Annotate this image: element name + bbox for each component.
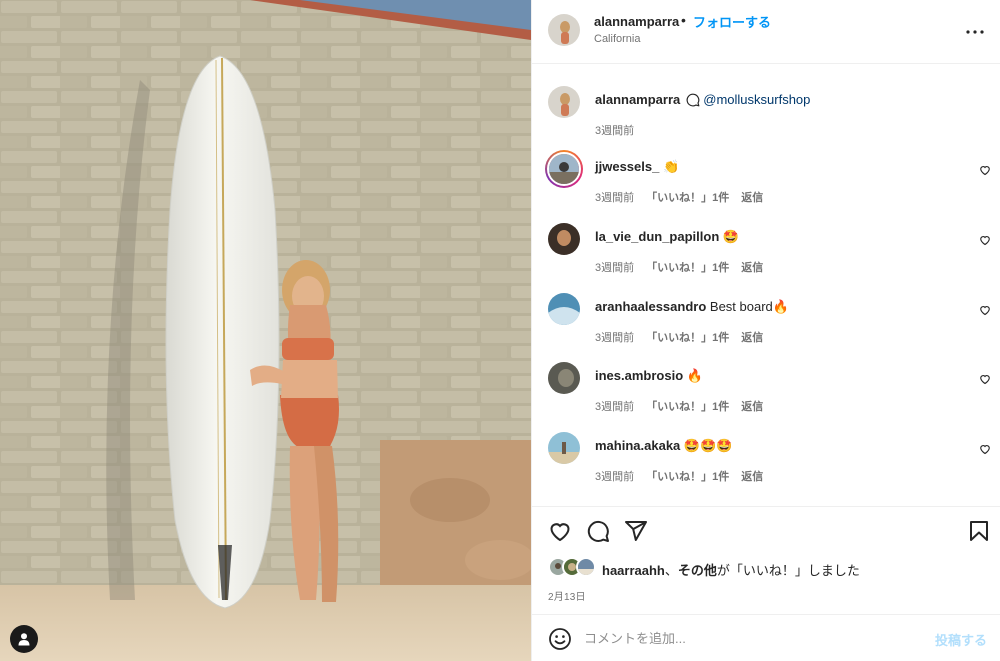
reply-button[interactable]: 返信	[741, 262, 763, 274]
add-comment-bar: 投稿する	[532, 614, 1000, 661]
smiley-icon	[549, 628, 571, 650]
comment-like-button[interactable]	[979, 442, 991, 455]
liker-avatar	[576, 557, 596, 577]
comment-text: 🔥	[686, 368, 703, 383]
comment-likes-count[interactable]: 「いいね！」1件	[646, 262, 729, 274]
reply-button[interactable]: 返信	[741, 192, 763, 204]
comment-text: 👏	[662, 159, 680, 174]
share-button[interactable]	[624, 519, 648, 543]
heart-outline-icon	[980, 236, 990, 246]
reply-button[interactable]: 返信	[741, 332, 763, 344]
reply-button[interactable]: 返信	[741, 401, 763, 413]
post-actions: haarraahh、その他が「いいね！」しました 2月13日	[532, 506, 1000, 614]
tagged-users-button[interactable]	[10, 625, 38, 653]
caption-author-avatar[interactable]	[548, 86, 580, 118]
liked-by-separator: 、	[664, 563, 678, 578]
speech-bubble-icon	[686, 93, 700, 107]
like-button[interactable]	[548, 519, 572, 543]
heart-icon	[550, 523, 570, 542]
comment-likes-count[interactable]: 「いいね！」1件	[646, 192, 729, 204]
comment-text: 🤩🤩🤩	[683, 438, 733, 453]
caption: alannamparra @mollusksurfshop 3週間前	[532, 86, 1000, 152]
commenter-avatar[interactable]	[548, 223, 580, 255]
heart-outline-icon	[980, 306, 990, 316]
surfboard-photo-image	[0, 0, 531, 661]
comment-item: la_vie_dun_papillon 🤩 3週間前 「いいね！」1件 返信	[532, 223, 1000, 289]
comment-like-button[interactable]	[979, 372, 991, 385]
comment-icon	[587, 520, 609, 542]
post-photo[interactable]	[0, 0, 531, 661]
caption-mention[interactable]: @mollusksurfshop	[703, 92, 810, 107]
commenter-avatar[interactable]	[548, 432, 580, 464]
author-avatar[interactable]	[548, 14, 580, 46]
comment-time[interactable]: 3週間前	[595, 332, 634, 344]
heart-outline-icon	[980, 166, 990, 176]
comment-item: aranhaalessandro Best board🔥 3週間前 「いいね！」1…	[532, 293, 1000, 359]
commenter-avatar[interactable]	[548, 362, 580, 394]
comment-likes-count[interactable]: 「いいね！」1件	[646, 471, 729, 483]
post-comment-button[interactable]: 投稿する	[935, 630, 987, 649]
heart-outline-icon	[980, 445, 990, 455]
reply-button[interactable]: 返信	[741, 471, 763, 483]
liked-by-suffix: が「いいね！」しました	[716, 563, 860, 578]
header-separator: •	[681, 12, 686, 28]
comment-item: ines.ambrosio 🔥 3週間前 「いいね！」1件 返信	[532, 362, 1000, 428]
comment-item: jjwessels_ 👏 3週間前 「いいね！」1件 返信	[532, 150, 1000, 219]
user-tag-icon	[18, 633, 30, 646]
comment-button[interactable]	[586, 519, 610, 543]
save-button[interactable]	[967, 519, 991, 543]
comment-time[interactable]: 3週間前	[595, 471, 634, 483]
follow-button[interactable]: フォローする	[693, 12, 771, 31]
comment-time[interactable]: 3週間前	[595, 401, 634, 413]
comment-username[interactable]: mahina.akaka	[595, 438, 680, 453]
caption-username[interactable]: alannamparra	[595, 92, 680, 107]
comment-likes-count[interactable]: 「いいね！」1件	[646, 332, 729, 344]
post-detail-panel: alannamparra • フォローする California alannam…	[531, 0, 1000, 661]
post-date[interactable]: 2月13日	[548, 588, 586, 603]
paper-plane-icon	[625, 521, 647, 541]
comment-like-button[interactable]	[979, 163, 991, 176]
comment-time[interactable]: 3週間前	[595, 192, 634, 204]
comment-username[interactable]: la_vie_dun_papillon	[595, 229, 719, 244]
commenter-avatar[interactable]	[548, 293, 580, 325]
caption-time[interactable]: 3週間前	[595, 125, 634, 137]
first-liker-username[interactable]: haarraahh	[602, 563, 665, 578]
comment-like-button[interactable]	[979, 303, 991, 316]
comment-text: Best board🔥	[709, 299, 789, 314]
bookmark-icon	[970, 521, 988, 541]
comment-time[interactable]: 3週間前	[595, 262, 634, 274]
comments-list[interactable]: alannamparra @mollusksurfshop 3週間前 jjwess…	[532, 64, 1000, 506]
comment-like-button[interactable]	[979, 233, 991, 246]
post-location[interactable]: California	[594, 33, 640, 45]
comment-likes-count[interactable]: 「いいね！」1件	[646, 401, 729, 413]
comment-text: 🤩	[722, 229, 740, 244]
more-options-button[interactable]	[963, 20, 987, 44]
comment-username[interactable]: jjwessels_	[595, 159, 659, 174]
comment-item: mahina.akaka 🤩🤩🤩 3週間前 「いいね！」1件 返信	[532, 432, 1000, 498]
liked-by-others[interactable]: その他	[678, 563, 717, 578]
commenter-avatar[interactable]	[545, 150, 583, 188]
more-horizontal-icon	[966, 30, 984, 34]
comment-username[interactable]: ines.ambrosio	[595, 368, 683, 383]
heart-outline-icon	[980, 375, 990, 385]
comment-input[interactable]	[584, 623, 924, 653]
comment-username[interactable]: aranhaalessandro	[595, 299, 706, 314]
author-username[interactable]: alannamparra	[594, 14, 679, 29]
emoji-button[interactable]	[548, 627, 572, 651]
post-header: alannamparra • フォローする California	[532, 0, 1000, 64]
